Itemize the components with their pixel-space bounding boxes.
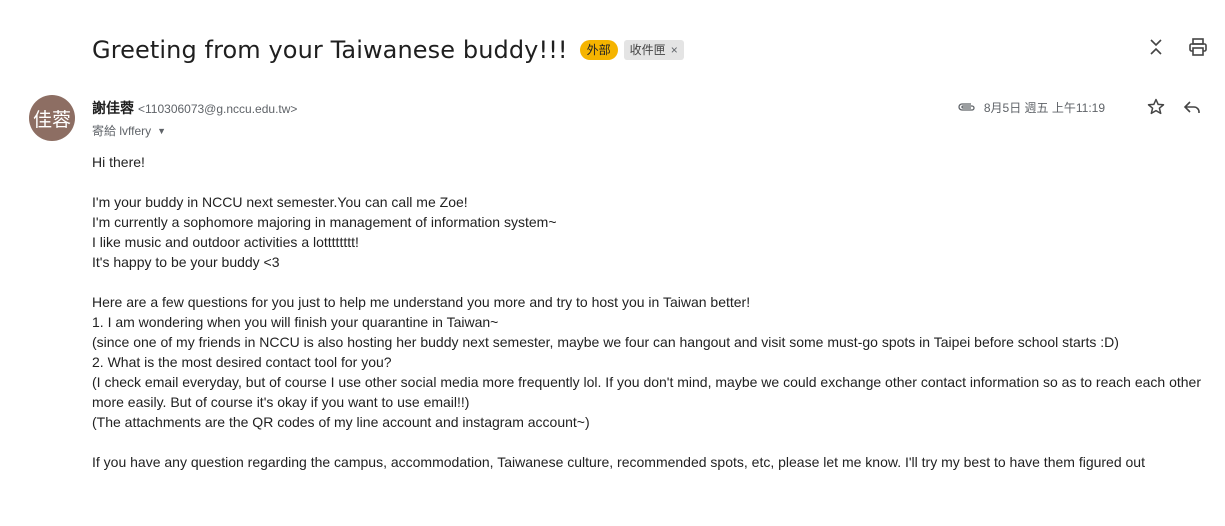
print-icon[interactable] (1187, 36, 1209, 58)
message-meta: 8月5日 週五 上午11:19 (958, 96, 1203, 118)
body-line: I like music and outdoor activities a lo… (92, 234, 359, 250)
top-actions (1145, 36, 1209, 58)
chevron-down-icon[interactable]: ▼ (157, 126, 166, 136)
avatar[interactable]: 佳蓉 (29, 95, 75, 141)
body-line: If you have any question regarding the c… (92, 454, 1145, 470)
paperclip-icon (958, 102, 976, 112)
sender-line: 謝佳蓉 <110306073@g.nccu.edu.tw> (92, 98, 297, 118)
body-line: (since one of my friends in NCCU is also… (92, 334, 1119, 350)
body-greeting: Hi there! (92, 154, 145, 170)
body-line: Here are a few questions for you just to… (92, 294, 751, 310)
unfold-less-icon[interactable] (1145, 36, 1167, 58)
sender-name[interactable]: 謝佳蓉 (92, 100, 134, 116)
reply-icon[interactable] (1181, 96, 1203, 118)
body-line: (The attachments are the QR codes of my … (92, 414, 590, 430)
body-line: 2. What is the most desired contact tool… (92, 354, 392, 370)
body-line: 1. I am wondering when you will finish y… (92, 314, 499, 330)
star-icon[interactable] (1145, 96, 1167, 118)
subject-row: Greeting from your Taiwanese buddy!!! 外部… (92, 30, 1225, 70)
recipient-line[interactable]: 寄給 lvffery ▼ (92, 122, 166, 139)
body-line: It's happy to be your buddy <3 (92, 254, 280, 270)
sender-email: <110306073@g.nccu.edu.tw> (138, 102, 298, 116)
body-line: I'm currently a sophomore majoring in ma… (92, 214, 557, 230)
inbox-label-text: 收件匣 (629, 43, 666, 57)
external-label[interactable]: 外部 (579, 40, 618, 60)
message-date: 8月5日 週五 上午11:19 (983, 100, 1105, 115)
body-line: (I check email everyday, but of course I… (92, 374, 1201, 410)
recipient-text: 寄給 lvffery (92, 124, 152, 138)
inbox-label[interactable]: 收件匣 × (623, 40, 684, 60)
email-subject: Greeting from your Taiwanese buddy!!! (92, 36, 568, 64)
email-body: Hi there! I'm your buddy in NCCU next se… (92, 152, 1225, 472)
remove-label-icon[interactable]: × (671, 42, 678, 58)
body-line: I'm your buddy in NCCU next semester.You… (92, 194, 468, 210)
